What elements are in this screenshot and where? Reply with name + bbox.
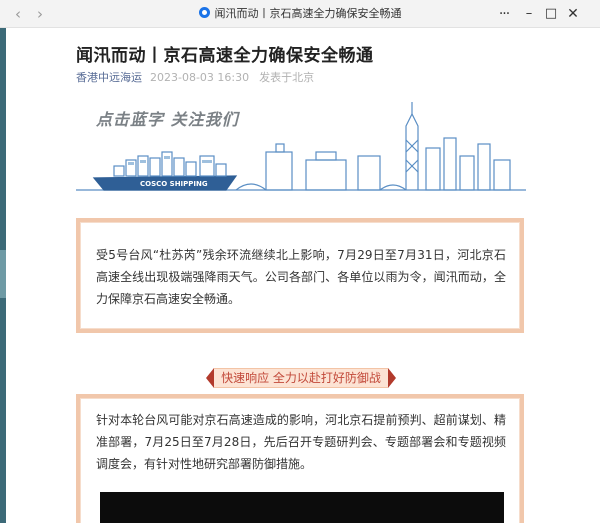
- close-button[interactable]: ✕: [563, 4, 583, 24]
- ship-label: COSCO SHIPPING: [140, 180, 208, 188]
- more-options-button[interactable]: ···: [494, 4, 514, 24]
- minimize-button[interactable]: –: [519, 4, 539, 24]
- section-heading-ribbon: 快速响应 全力以赴打好防御战: [204, 368, 398, 388]
- section-frame: 针对本轮台风可能对京石高速造成的影响，河北京石提前预判、超前谋划、精准部署，7月…: [76, 394, 524, 523]
- intro-paragraph: 受5号台风“杜苏芮”残余环流继续北上影响，7月29日至7月31日，河北京石高速全…: [96, 248, 506, 306]
- city-port-illustration: COSCO SHIPPING: [76, 102, 526, 191]
- article-title: 闻汛而动丨京石高速全力确保安全畅通: [76, 46, 374, 66]
- publish-date: 2023-08-03 16:30: [150, 71, 250, 84]
- article-photo: [100, 492, 504, 523]
- article-meta: 香港中远海运 2023-08-03 16:30 发表于北京: [76, 69, 314, 85]
- maximize-button[interactable]: □: [541, 4, 561, 24]
- section-paragraph: 针对本轮台风可能对京石高速造成的影响，河北京石提前预判、超前谋划、精准部署，7月…: [96, 413, 506, 471]
- wechat-icon: [198, 7, 210, 18]
- ribbon-left-tip: [206, 368, 214, 388]
- account-name-link[interactable]: 香港中远海运: [76, 71, 142, 84]
- window-title: 闻汛而动丨京石高速全力确保安全畅通: [214, 7, 402, 20]
- publish-location: 发表于北京: [259, 71, 315, 84]
- article-view[interactable]: 闻汛而动丨京石高速全力确保安全畅通 香港中远海运 2023-08-03 16:30…: [6, 28, 600, 523]
- article-banner-image: 点击蓝字 关注我们 COSCO SHIPPING: [76, 100, 526, 200]
- ribbon-body: 快速响应 全力以赴打好防御战: [214, 368, 388, 388]
- window-titlebar: ‹ › 闻汛而动丨京石高速全力确保安全畅通 ··· – □ ✕: [0, 0, 600, 28]
- ribbon-right-tip: [388, 368, 396, 388]
- back-button[interactable]: ‹: [8, 4, 28, 24]
- intro-frame: 受5号台风“杜苏芮”残余环流继续北上影响，7月29日至7月31日，河北京石高速全…: [76, 218, 524, 333]
- forward-button[interactable]: ›: [30, 4, 50, 24]
- section-heading: 快速响应 全力以赴打好防御战: [221, 371, 381, 385]
